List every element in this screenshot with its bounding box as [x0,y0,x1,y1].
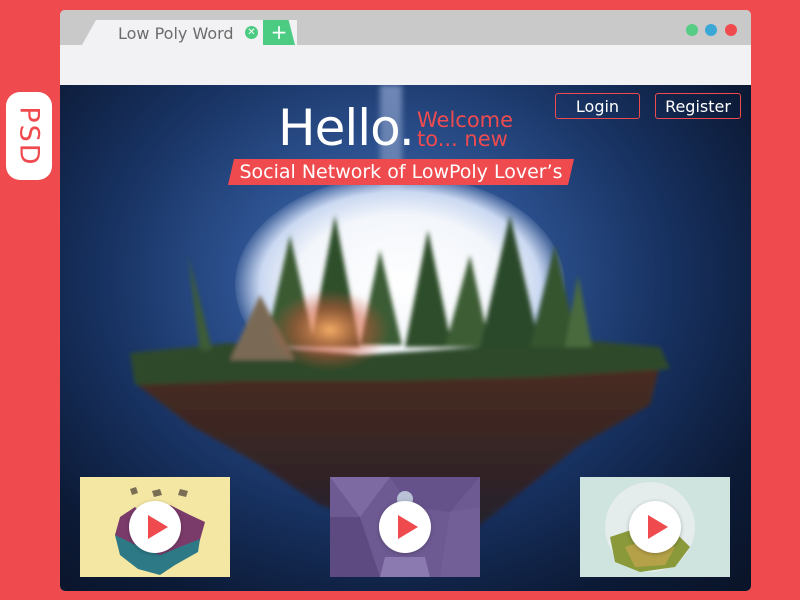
psd-badge-label: PSD [13,105,45,167]
play-button-3[interactable] [629,501,681,553]
address-bar[interactable] [60,45,751,85]
login-button[interactable]: Login [555,93,640,119]
window-close-button[interactable] [725,24,737,36]
play-button-2[interactable] [379,501,431,553]
video-thumbnail-2[interactable] [330,477,480,577]
window-minimize-button[interactable] [705,24,717,36]
tab-bar: Low Poly Word ✕ + [60,10,751,45]
browser-window: Low Poly Word ✕ + Login Register Hello. … [60,10,751,591]
video-thumbnail-1[interactable] [80,477,230,577]
tab-title[interactable]: Low Poly Word [118,24,234,43]
window-maximize-button[interactable] [686,24,698,36]
play-icon [648,515,668,539]
tab-close-icon[interactable]: ✕ [245,26,258,39]
play-button-1[interactable] [129,501,181,553]
hero-tagline: Social Network of LowPoly Lover’s [228,159,574,185]
register-button[interactable]: Register [655,93,741,119]
play-icon [398,515,418,539]
hero-welcome-line2: to... new [417,127,508,151]
play-icon [148,515,168,539]
hero-hello-heading: Hello. [278,99,415,157]
video-thumbnail-3[interactable] [580,477,730,577]
hero-section: Login Register Hello. Welcome to... new … [60,85,751,591]
psd-badge: PSD [6,92,52,180]
